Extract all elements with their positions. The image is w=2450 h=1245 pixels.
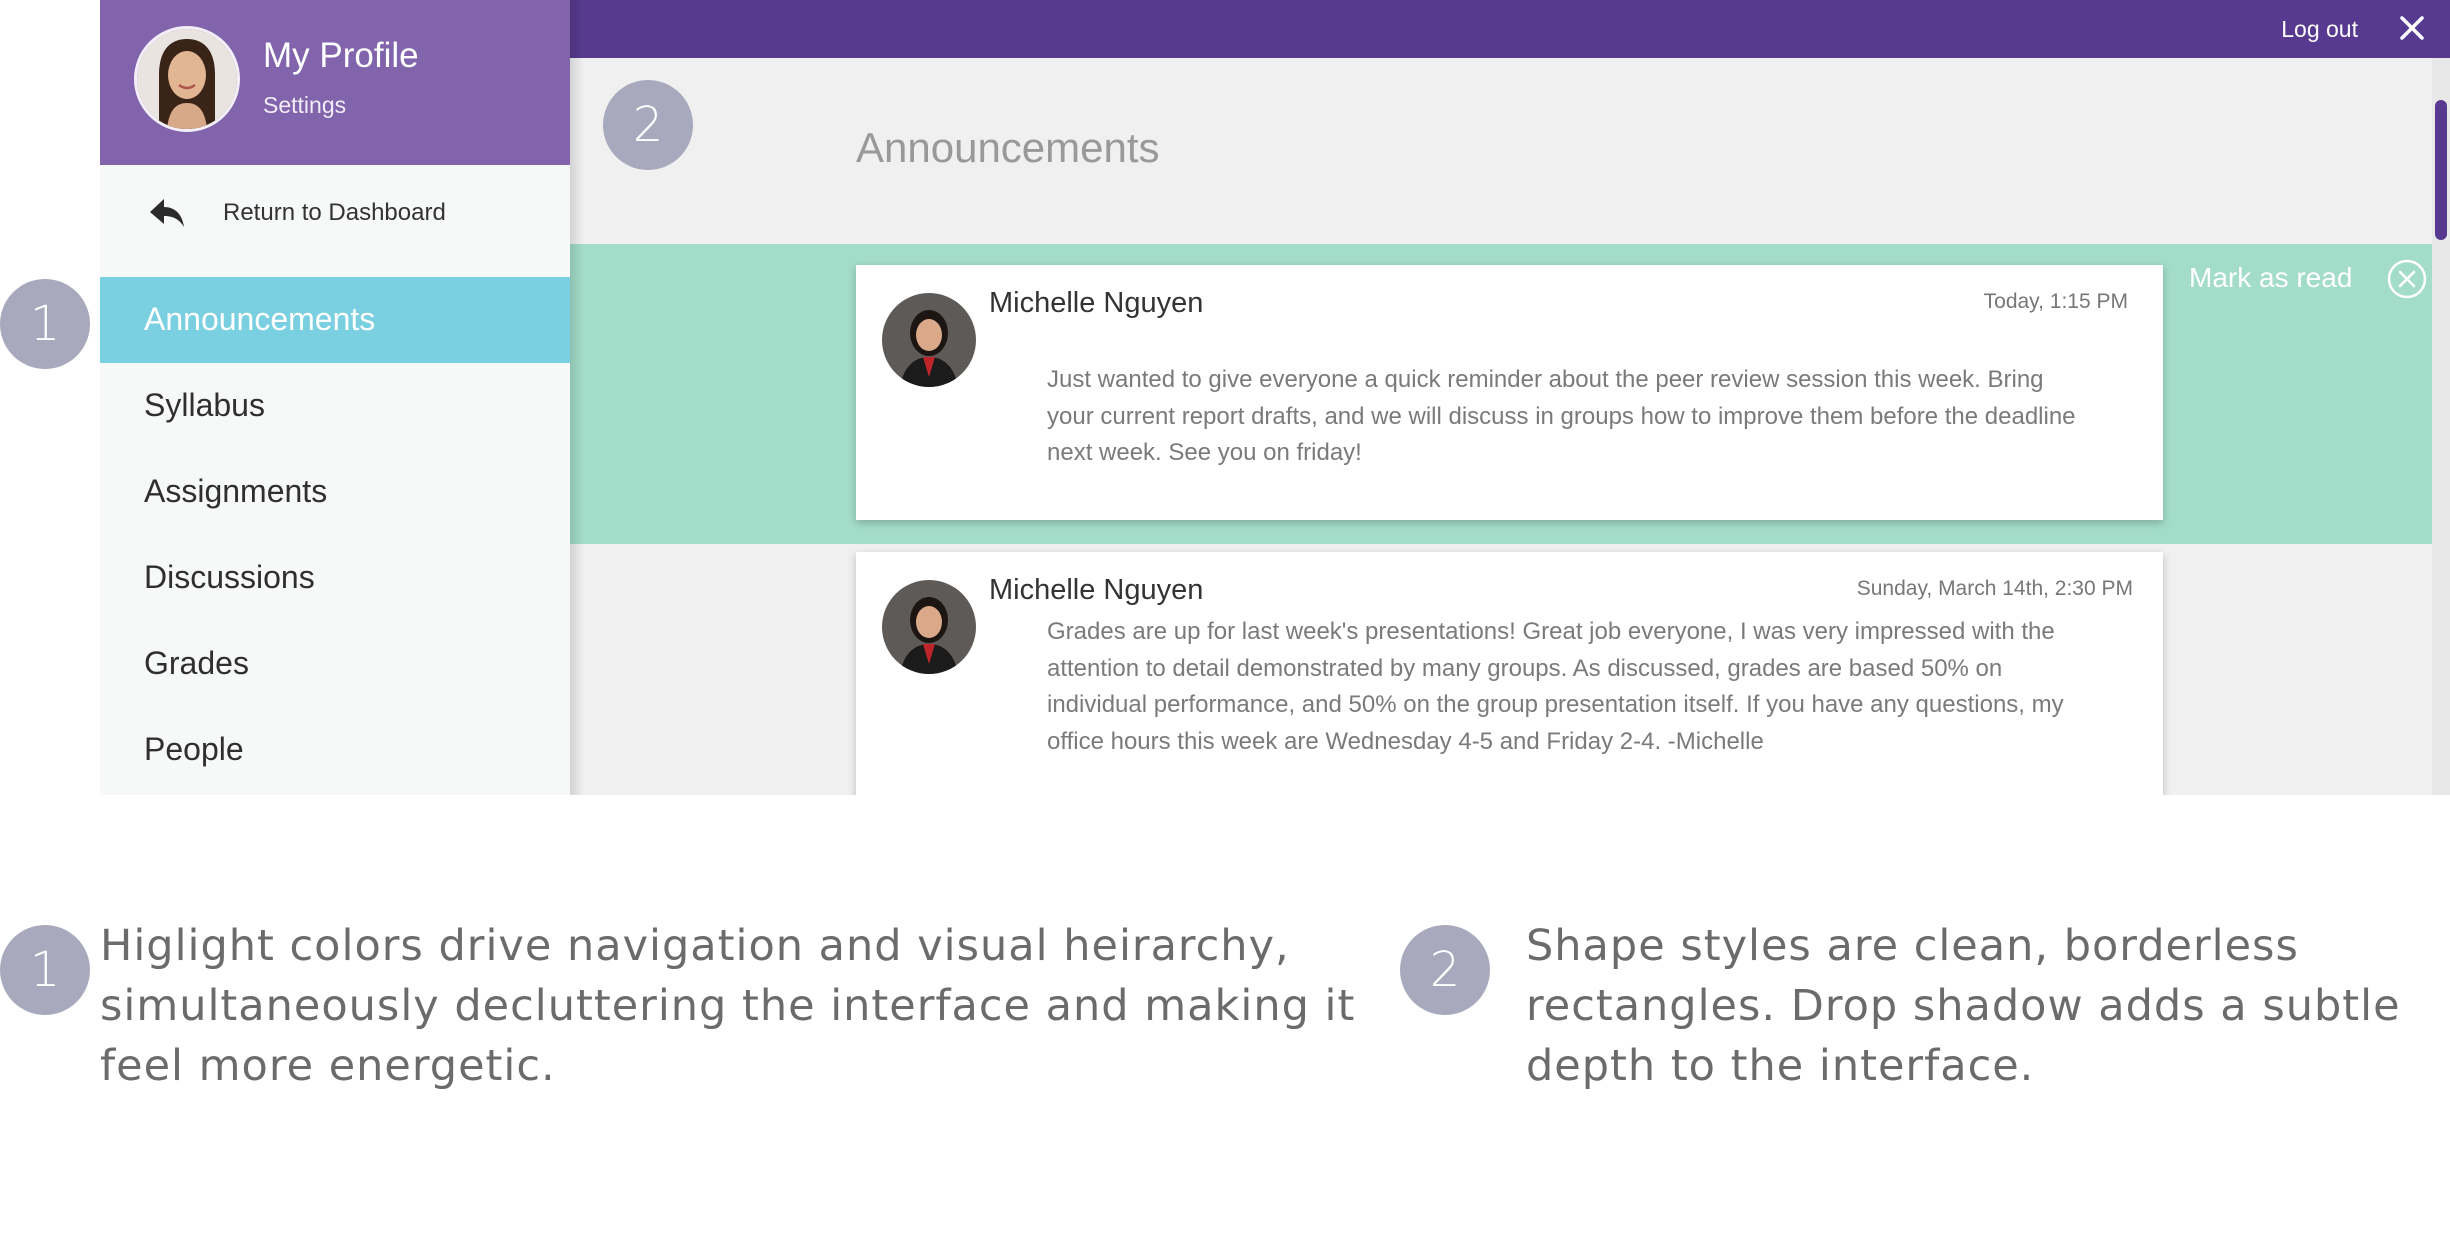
scrollbar-thumb[interactable]	[2435, 100, 2447, 240]
top-bar: Log out	[570, 0, 2450, 58]
announcement-card[interactable]: Michelle Nguyen Sunday, March 14th, 2:30…	[856, 552, 2163, 795]
announcement-time: Sunday, March 14th, 2:30 PM	[1856, 577, 2133, 600]
sidebar-item-people[interactable]: People	[100, 707, 570, 793]
sidebar-item-label: Syllabus	[144, 387, 265, 423]
return-to-dashboard-label: Return to Dashboard	[223, 199, 446, 226]
app-window: Log out Announcements Michelle Nguyen To…	[100, 0, 2450, 795]
note-text-1: Higlight colors drive navigation and vis…	[100, 921, 1356, 1091]
sidebar-item-label: People	[144, 731, 244, 767]
author-name: Michelle Nguyen	[989, 574, 1204, 606]
announcement-body: Just wanted to give everyone a quick rem…	[1047, 366, 2076, 466]
note-number-2: 2	[1400, 925, 1490, 1015]
author-name: Michelle Nguyen	[989, 287, 1204, 319]
note-text-2: Shape styles are clean, borderless recta…	[1526, 921, 2401, 1091]
settings-link[interactable]: Settings	[263, 92, 346, 119]
return-arrow-icon	[150, 199, 184, 227]
logout-link[interactable]: Log out	[2281, 16, 2358, 43]
page-title: Announcements	[856, 124, 1160, 171]
sidebar-item-label: Grades	[144, 645, 249, 681]
sidebar-item-discussions[interactable]: Discussions	[100, 535, 570, 621]
sidebar-item-label: Announcements	[144, 301, 376, 337]
sidebar: My Profile Settings Return to Dashboard …	[100, 0, 570, 795]
sidebar-item-assignments[interactable]: Assignments	[100, 449, 570, 535]
return-to-dashboard-button[interactable]: Return to Dashboard	[100, 165, 570, 277]
author-avatar	[882, 580, 976, 674]
author-avatar	[882, 293, 976, 387]
profile-avatar[interactable]	[134, 26, 240, 132]
mark-read-close-icon	[2387, 259, 2427, 299]
announcement-time: Today, 1:15 PM	[1983, 290, 2128, 313]
sidebar-item-label: Discussions	[144, 559, 315, 595]
close-icon[interactable]	[2396, 12, 2428, 44]
scrollbar[interactable]	[2432, 58, 2450, 795]
profile-name[interactable]: My Profile	[263, 36, 419, 76]
profile-header[interactable]: My Profile Settings	[100, 0, 570, 165]
sidebar-item-syllabus[interactable]: Syllabus	[100, 363, 570, 449]
mark-as-read-label: Mark as read	[2189, 262, 2353, 293]
sidebar-item-label: Assignments	[144, 473, 328, 509]
announcement-body: Grades are up for last week's presentati…	[1047, 618, 2064, 755]
sidebar-item-grades[interactable]: Grades	[100, 621, 570, 707]
sidebar-item-announcements[interactable]: Announcements	[100, 277, 570, 363]
announcement-card[interactable]: Michelle Nguyen Today, 1:15 PM Just want…	[856, 265, 2163, 520]
step-marker-2: 2	[603, 80, 693, 170]
step-marker-1: 1	[0, 279, 90, 369]
sidebar-shadow	[570, 0, 584, 795]
note-number-1: 1	[0, 925, 90, 1015]
